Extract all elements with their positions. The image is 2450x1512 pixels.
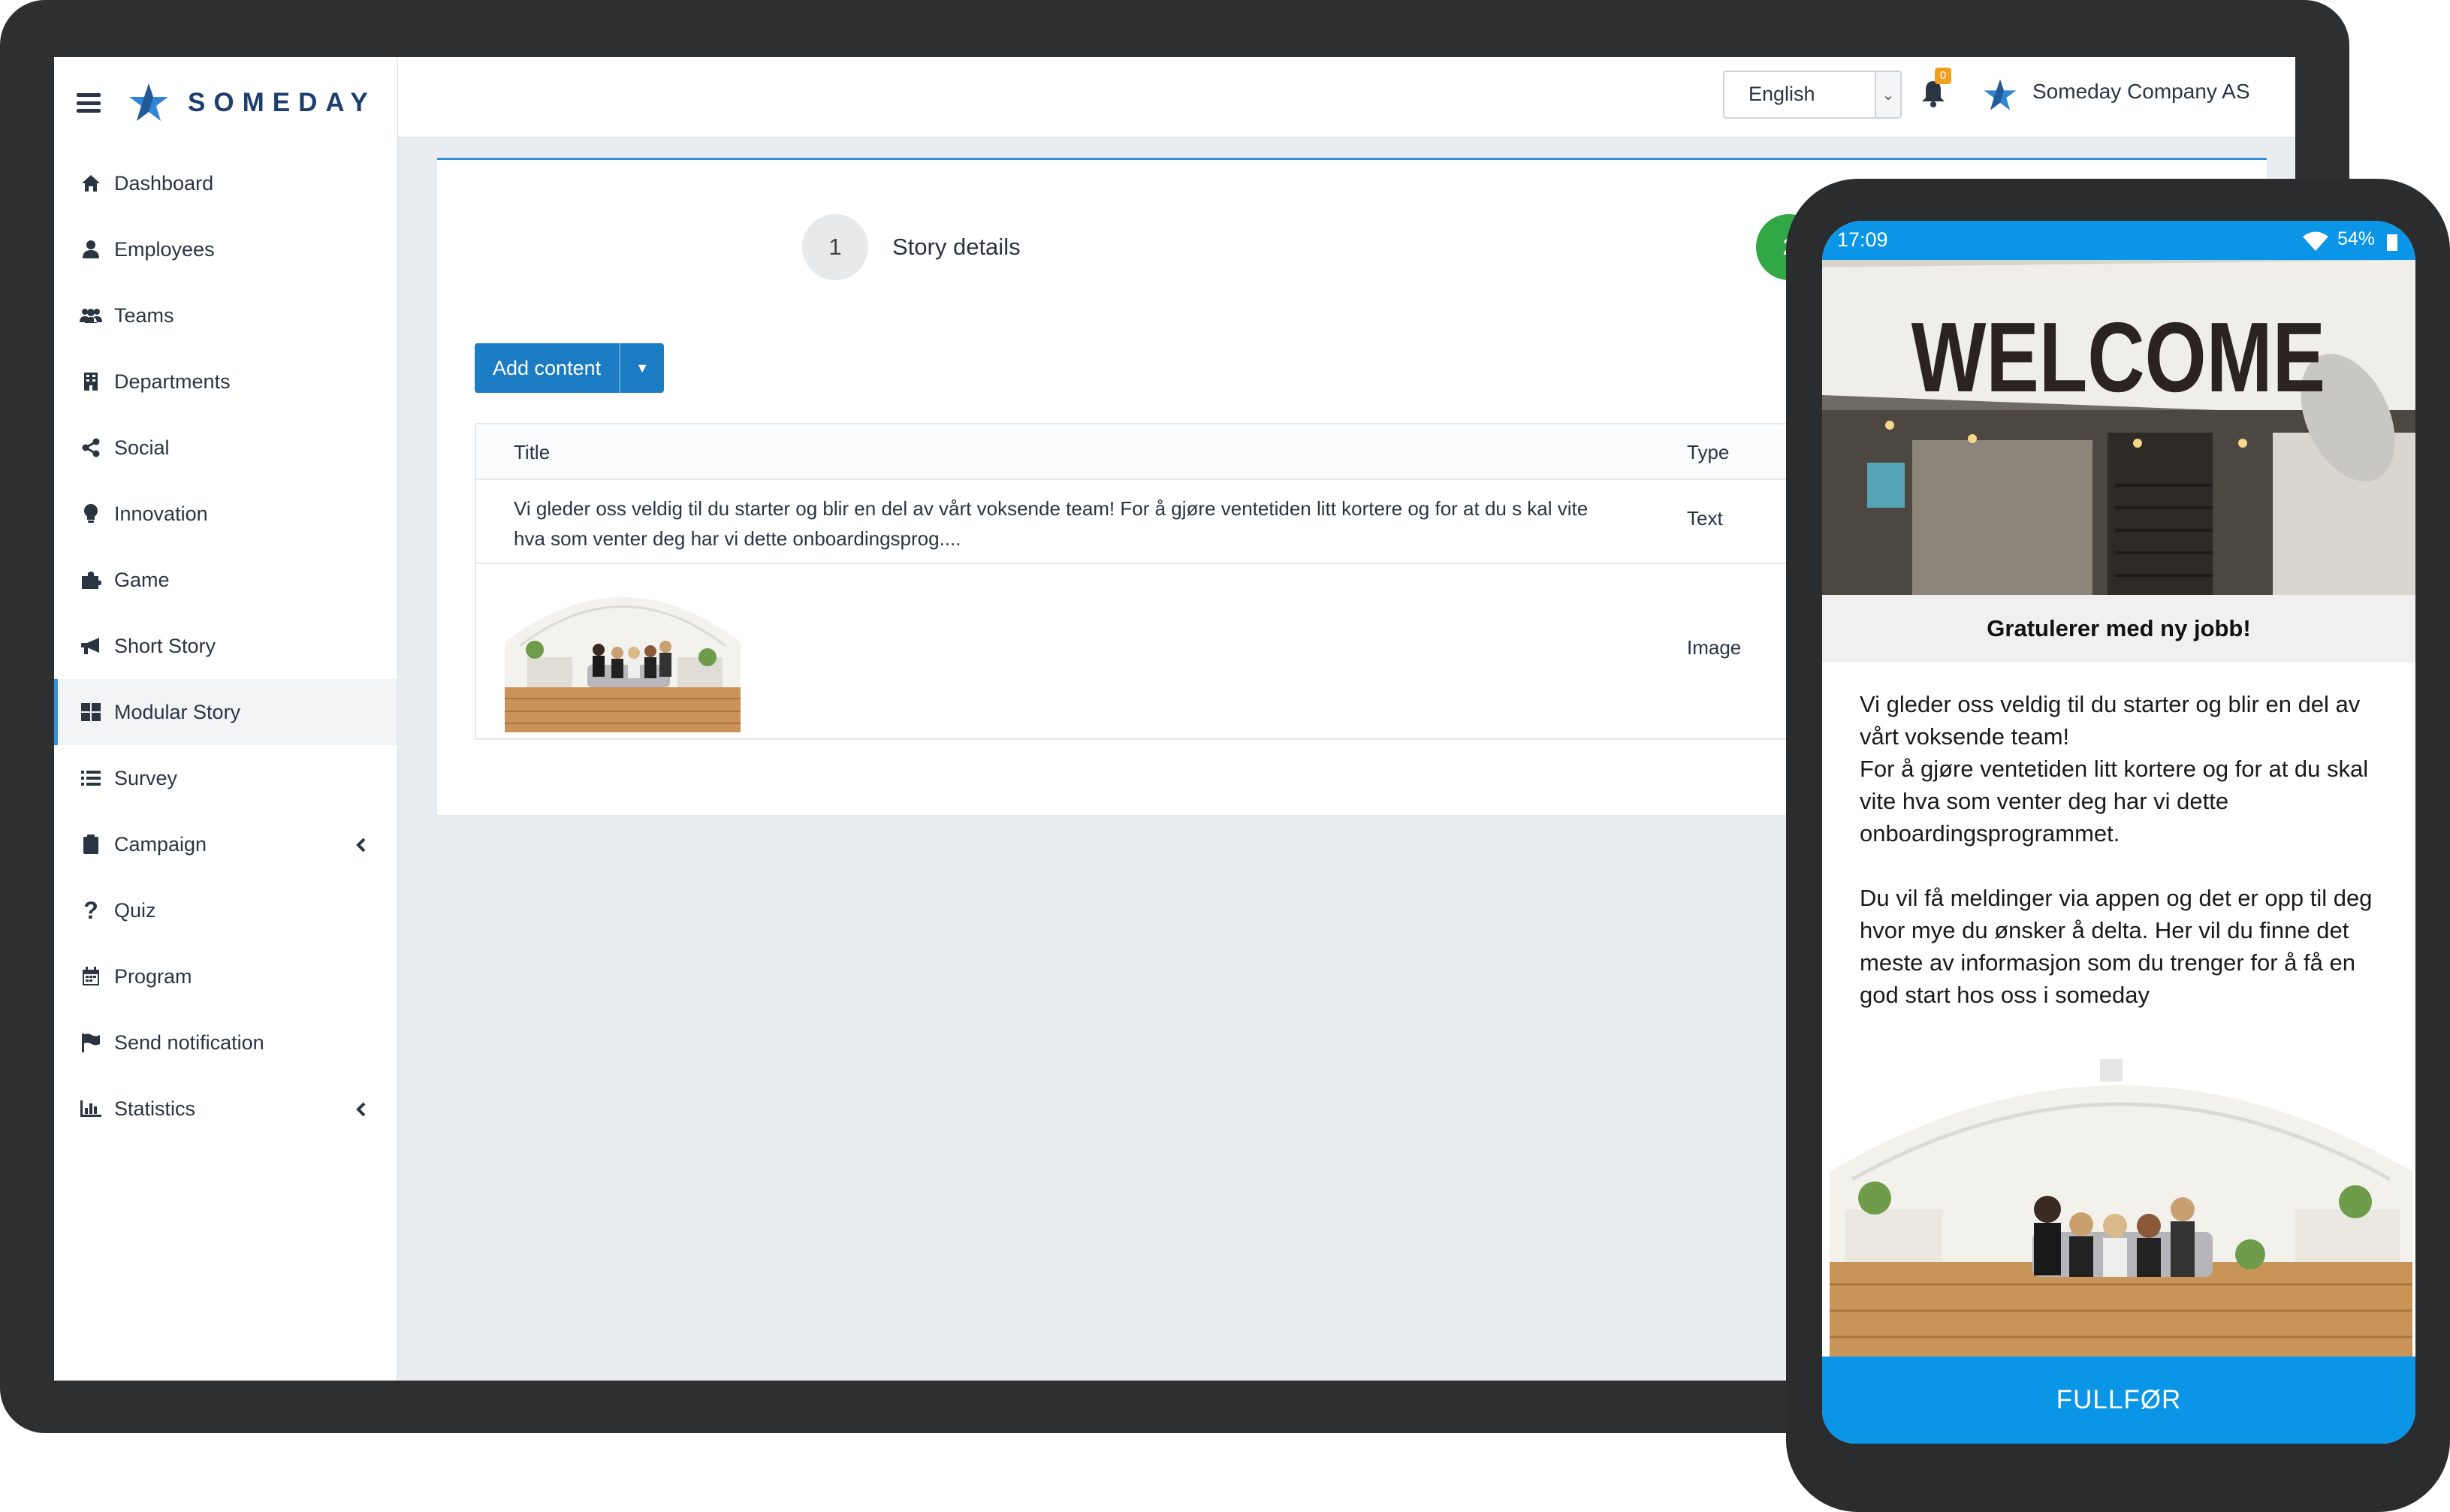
greeting-title: Gratulerer med ny jobb!	[1987, 615, 2251, 641]
story-body: Vi gleder oss veldig til du starter og b…	[1860, 688, 2393, 1011]
bar-chart-icon	[80, 1097, 102, 1120]
sidebar-item-label: Departments	[114, 370, 231, 393]
sidebar-item-label: Campaign	[114, 832, 207, 856]
sidebar-item-label: Modular Story	[114, 700, 241, 723]
chevron-left-icon[interactable]	[356, 1098, 367, 1122]
battery-icon	[2387, 234, 2397, 251]
user-icon	[80, 238, 102, 261]
team-photo	[1830, 1059, 2412, 1357]
sidebar-item-label: Innovation	[114, 502, 208, 525]
status-time: 17:09	[1837, 228, 1888, 251]
column-header-type: Type	[1687, 441, 1730, 463]
sidebar-item-employees[interactable]: Employees	[54, 216, 397, 282]
sidebar-item-social[interactable]: Social	[54, 415, 397, 481]
greeting-bar: Gratulerer med ny jobb!	[1822, 595, 2415, 662]
users-icon	[80, 304, 102, 327]
sidebar-item-program[interactable]: Program	[54, 943, 397, 1010]
someday-star-logo-icon	[129, 83, 168, 121]
sidebar-item-innovation[interactable]: Innovation	[54, 481, 397, 547]
chevron-down-icon[interactable]: ⌄	[1875, 72, 1900, 117]
sidebar-item-label: Employees	[114, 237, 215, 261]
list-icon	[80, 767, 102, 789]
chevron-left-icon[interactable]	[356, 834, 367, 858]
megaphone-icon	[80, 635, 102, 657]
sidebar-item-modular-story[interactable]: Modular Story	[54, 679, 397, 745]
add-content-button[interactable]: Add content	[475, 343, 620, 393]
sidebar-item-quiz[interactable]: ? Quiz	[54, 877, 397, 943]
calendar-icon	[80, 965, 102, 988]
phone-screen: 17:09 54% WELCOME Gratulerer med ny jobb…	[1822, 221, 2415, 1444]
sidebar-item-label: Teams	[114, 303, 174, 327]
phone-frame: 17:09 54% WELCOME Gratulerer med ny jobb…	[1786, 179, 2450, 1512]
grid-icon	[80, 701, 102, 723]
office-photo-thumbnail	[505, 575, 741, 732]
story-paragraph-2: Du vil få meldinger via appen og det er …	[1860, 885, 2373, 1008]
company-name[interactable]: Someday Company AS	[2032, 80, 2250, 104]
sidebar-item-campaign[interactable]: Campaign	[54, 811, 397, 877]
sidebar-item-label: Survey	[114, 766, 178, 789]
row-type: Image	[1687, 636, 1742, 659]
story-paragraph-1: Vi gleder oss veldig til du starter og b…	[1860, 691, 2369, 847]
caret-down-icon[interactable]: ▼	[619, 343, 665, 393]
column-header-title: Title	[514, 441, 551, 463]
row-title: Vi gleder oss veldig til du starter og b…	[514, 497, 1589, 550]
language-value: English	[1748, 83, 1815, 105]
wizard-step-1[interactable]: 1 Story details	[802, 214, 1021, 280]
sidebar-item-label: Short Story	[114, 634, 216, 657]
brand-name: SOMEDAY	[188, 88, 376, 117]
step-label: Story details	[892, 234, 1021, 260]
battery-percent: 54%	[2337, 228, 2376, 249]
sidebar-item-game[interactable]: Game	[54, 547, 397, 613]
welcome-sign-text: WELCOME	[1911, 303, 2325, 413]
sidebar-nav: Dashboard Employees Teams Departments So…	[54, 150, 397, 1142]
home-icon	[80, 172, 102, 195]
sidebar-item-label: Social	[114, 436, 170, 459]
company-logo-icon	[1984, 79, 2017, 110]
add-content-button-group: Add content ▼	[475, 343, 665, 393]
building-icon	[80, 370, 102, 393]
sidebar-item-label: Statistics	[114, 1097, 196, 1120]
sidebar: SOMEDAY Dashboard Employees Teams Depart…	[54, 57, 398, 1381]
sidebar-item-label: Program	[114, 964, 192, 988]
complete-button[interactable]: FULLFØR	[1822, 1357, 2415, 1444]
lightbulb-icon	[80, 502, 102, 525]
sidebar-item-label: Quiz	[114, 898, 156, 922]
share-icon	[80, 436, 102, 459]
question-icon: ?	[83, 896, 98, 924]
topbar: English ⌄ 0 Someday Company AS	[398, 57, 2295, 138]
sidebar-item-short-story[interactable]: Short Story	[54, 613, 397, 679]
puzzle-icon	[80, 569, 102, 591]
brand: SOMEDAY	[77, 77, 376, 129]
language-select[interactable]: English ⌄	[1723, 71, 1902, 119]
hamburger-menu-icon[interactable]	[77, 93, 101, 113]
step-number: 1	[802, 214, 868, 280]
notification-badge: 0	[1935, 68, 1951, 84]
sidebar-item-teams[interactable]: Teams	[54, 282, 397, 349]
sidebar-item-label: Dashboard	[114, 171, 214, 195]
sidebar-item-send-notification[interactable]: Send notification	[54, 1010, 397, 1076]
sidebar-item-label: Send notification	[114, 1031, 264, 1054]
wifi-icon	[2303, 231, 2328, 251]
flag-icon	[80, 1031, 102, 1054]
clipboard-icon	[80, 833, 102, 856]
welcome-hero-image: WELCOME	[1822, 260, 2415, 595]
sidebar-item-dashboard[interactable]: Dashboard	[54, 150, 397, 216]
sidebar-item-survey[interactable]: Survey	[54, 745, 397, 811]
sidebar-item-departments[interactable]: Departments	[54, 349, 397, 415]
status-bar: 17:09 54%	[1822, 221, 2415, 260]
row-type: Text	[1687, 507, 1723, 530]
sidebar-item-label: Game	[114, 568, 170, 591]
sidebar-item-statistics[interactable]: Statistics	[54, 1076, 397, 1142]
